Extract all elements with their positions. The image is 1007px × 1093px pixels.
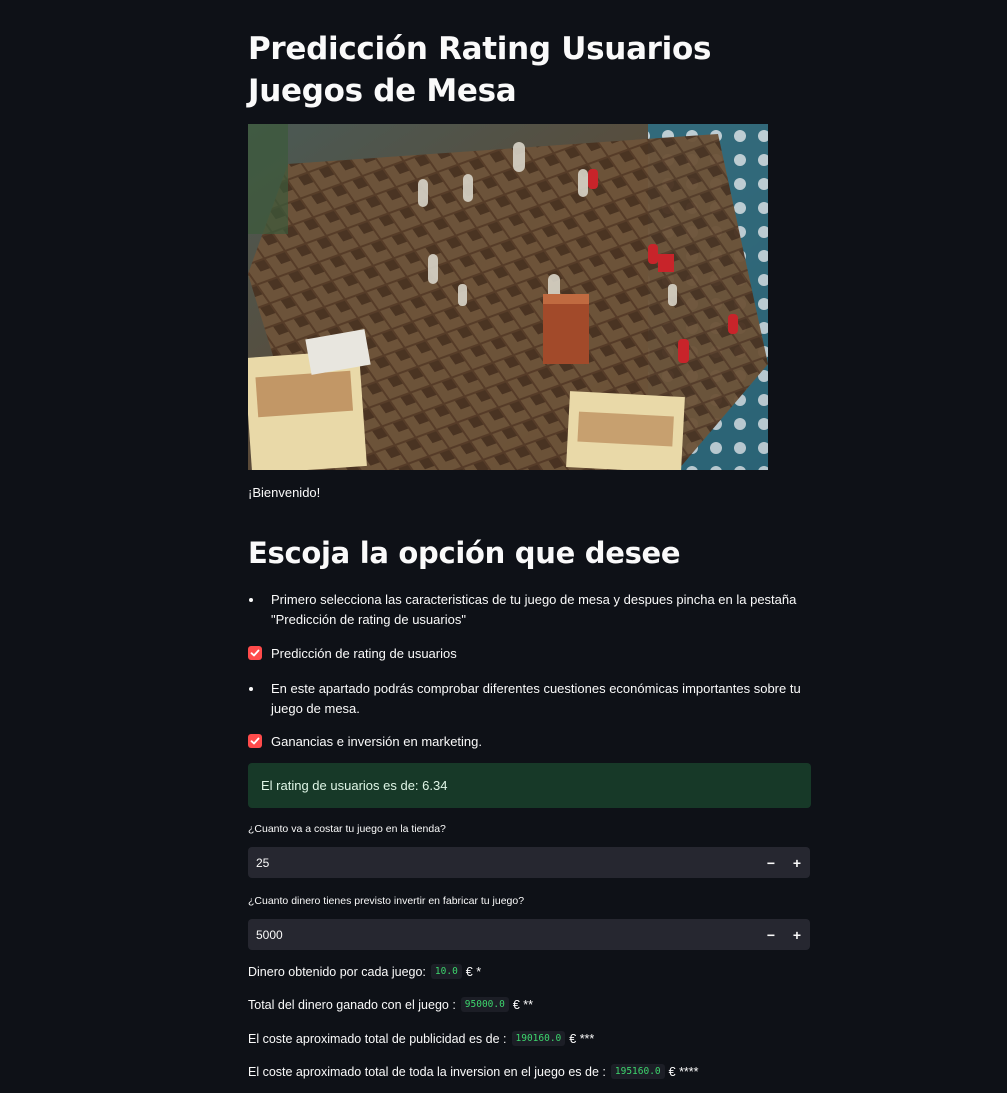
price-decrement-button[interactable]: − [758,847,784,878]
checkmark-icon[interactable] [248,734,262,748]
result-value: 95000.0 [460,997,509,1012]
earnings-marketing-checkbox[interactable]: Ganancias e inversión en marketing. [248,731,482,751]
total-earnings: Total del dinero ganado con el juego : 9… [248,997,533,1012]
result-value: 190160.0 [511,1031,566,1046]
result-label: El coste aproximado total de publicidad … [248,1031,507,1046]
result-label: Dinero obtenido por cada juego: [248,964,426,979]
list-item-select-features: Primero selecciona las caracteristicas d… [248,590,811,630]
investment-increment-button[interactable]: + [784,919,810,950]
price-label: ¿Cuanto va a costar tu juego en la tiend… [248,823,446,835]
investment-decrement-button[interactable]: − [758,919,784,950]
per-game-earnings: Dinero obtenido por cada juego: 10.0 € * [248,964,481,979]
investment-value[interactable]: 5000 [248,928,758,942]
rating-prediction-checkbox[interactable]: Predicción de rating de usuarios [248,643,457,663]
rating-result-text: El rating de usuarios es de: 6.34 [261,778,448,793]
board-game-image [248,124,768,470]
bullet-dot [249,687,253,691]
result-suffix: € **** [668,1064,699,1079]
bullet-dot [249,598,253,602]
price-number-input[interactable]: 25 − + [248,847,810,878]
rating-result-alert: El rating de usuarios es de: 6.34 [248,763,811,808]
result-label: El coste aproximado total de toda la inv… [248,1064,606,1079]
bullet-text: Primero selecciona las caracteristicas d… [271,592,797,627]
result-suffix: € *** [569,1031,595,1046]
options-heading: Escoja la opción que desee [248,536,681,570]
checkmark-icon[interactable] [248,646,262,660]
checkbox-label: Ganancias e inversión en marketing. [271,733,483,749]
welcome-text: ¡Bienvenido! [248,485,321,500]
advertising-cost: El coste aproximado total de publicidad … [248,1031,594,1046]
price-increment-button[interactable]: + [784,847,810,878]
total-investment-cost: El coste aproximado total de toda la inv… [248,1064,699,1079]
price-value[interactable]: 25 [248,856,758,870]
list-item-economic-questions: En este apartado podrás comprobar difere… [248,679,811,719]
result-suffix: € ** [512,997,533,1012]
result-suffix: € * [465,964,482,979]
result-label: Total del dinero ganado con el juego : [248,997,456,1012]
bullet-text: En este apartado podrás comprobar difere… [271,681,801,716]
page-title: Predicción Rating Usuarios Juegos de Mes… [248,31,712,109]
investment-number-input[interactable]: 5000 − + [248,919,810,950]
investment-label: ¿Cuanto dinero tienes previsto invertir … [248,895,525,907]
result-value: 195160.0 [610,1064,665,1079]
checkbox-label: Predicción de rating de usuarios [271,645,457,661]
result-value: 10.0 [430,964,462,979]
